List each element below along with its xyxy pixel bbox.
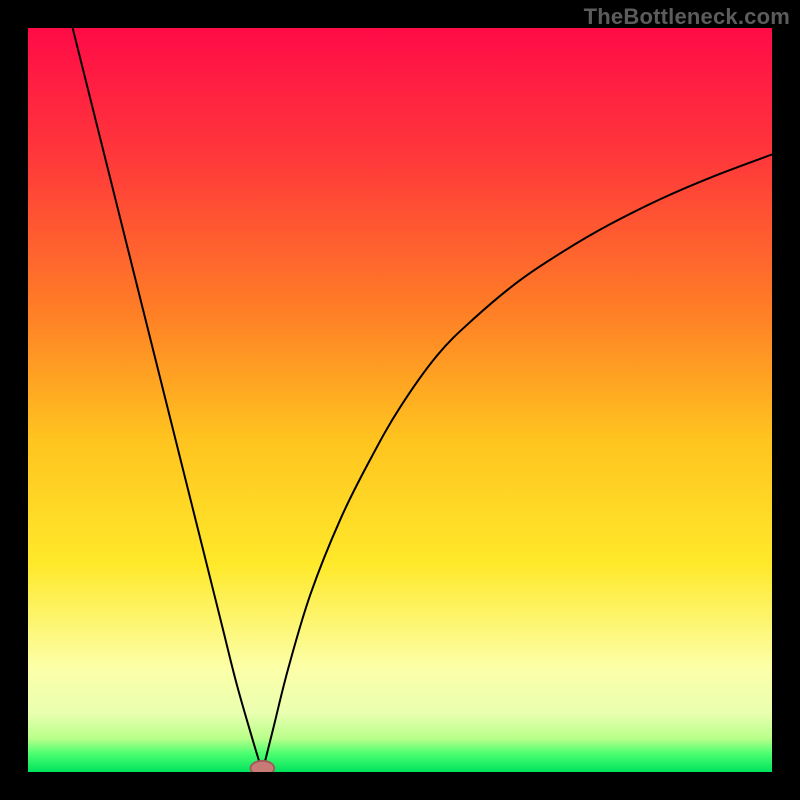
attribution-text: TheBottleneck.com	[584, 4, 790, 30]
gradient-background	[28, 28, 772, 772]
chart-frame: TheBottleneck.com	[0, 0, 800, 800]
minimum-marker	[250, 761, 274, 772]
bottleneck-chart	[28, 28, 772, 772]
